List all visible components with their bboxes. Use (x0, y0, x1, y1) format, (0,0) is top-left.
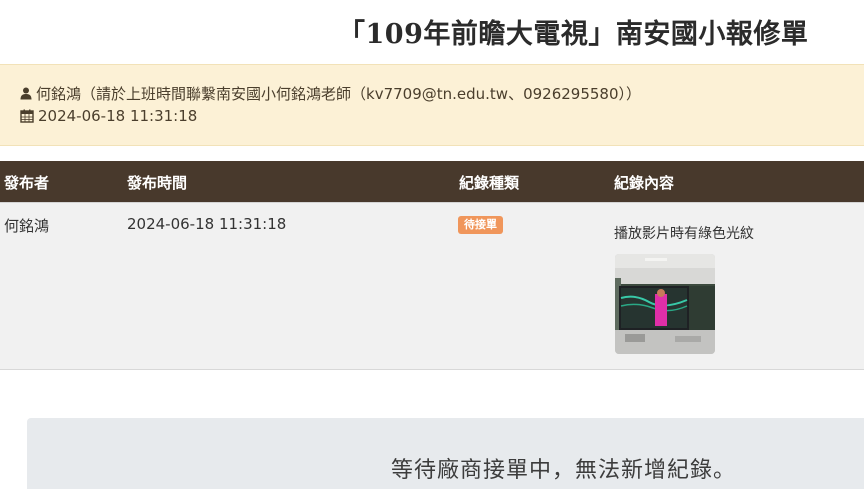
page: 「109年前瞻大電視」南安國小報修單 何銘鴻（請於上班時間聯繫南安國小何銘鴻老師… (0, 0, 864, 489)
table-header: 發布者 發布時間 紀錄種類 紀錄內容 (0, 161, 864, 202)
info-panel: 何銘鴻（請於上班時間聯繫南安國小何銘鴻老師（kv7709@tn.edu.tw、0… (0, 64, 864, 146)
header-publish-time: 發布時間 (127, 174, 188, 192)
date-line: 2024-06-18 11:31:18 (20, 107, 197, 125)
contact-text: 何銘鴻（請於上班時間聯繫南安國小何銘鴻老師（kv7709@tn.edu.tw、0… (36, 85, 642, 103)
classroom-tv-photo (615, 254, 715, 354)
header-record-content: 紀錄內容 (614, 174, 675, 192)
user-icon (20, 87, 32, 100)
header-publisher: 發布者 (4, 174, 50, 192)
calendar-icon (20, 109, 34, 123)
notice-panel: 等待廠商接單中，無法新增紀錄。 (27, 418, 864, 489)
record-table: 發布者 發布時間 紀錄種類 紀錄內容 何銘鴻 2024-06-18 11:31:… (0, 161, 864, 370)
contact-line: 何銘鴻（請於上班時間聯繫南安國小何銘鴻老師（kv7709@tn.edu.tw、0… (20, 83, 641, 104)
row-publish-time: 2024-06-18 11:31:18 (127, 215, 287, 233)
record-photo-thumbnail[interactable] (615, 254, 715, 354)
row-record-content: 播放影片時有綠色光紋 (614, 226, 754, 242)
table-row: 何銘鴻 2024-06-18 11:31:18 待接單 播放影片時有綠色光紋 (0, 202, 864, 370)
page-title: 「109年前瞻大電視」南安國小報修單 (338, 19, 809, 50)
status-badge: 待接單 (458, 216, 503, 234)
row-publisher: 何銘鴻 (4, 217, 50, 235)
date-text: 2024-06-18 11:31:18 (38, 107, 198, 125)
notice-text: 等待廠商接單中，無法新增紀錄。 (391, 458, 737, 483)
header-record-type: 紀錄種類 (459, 174, 520, 192)
